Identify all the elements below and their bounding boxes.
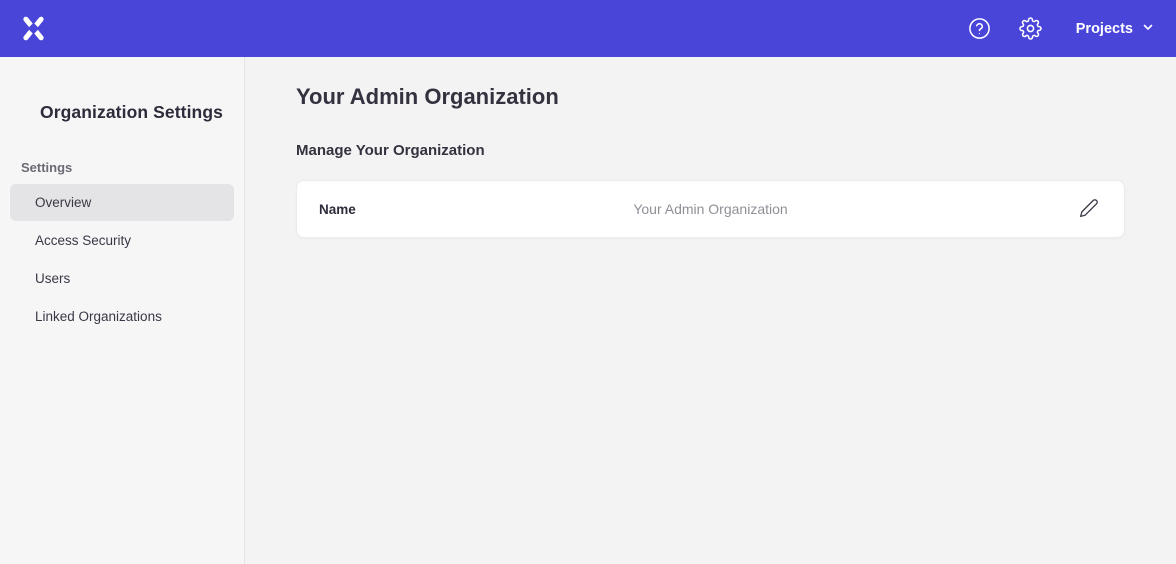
settings-button[interactable] — [1019, 17, 1043, 41]
help-button[interactable] — [968, 17, 992, 41]
help-circle-icon — [968, 17, 991, 40]
gear-icon — [1019, 17, 1042, 40]
sidebar: Organization Settings Settings Overview … — [0, 57, 245, 564]
sidebar-item-label: Users — [35, 271, 70, 286]
sidebar-item-access-security[interactable]: Access Security — [10, 222, 234, 259]
name-field-label: Name — [319, 202, 356, 217]
sidebar-item-linked-organizations[interactable]: Linked Organizations — [10, 298, 234, 335]
main-content: Your Admin Organization Manage Your Orga… — [245, 57, 1176, 564]
sidebar-item-label: Linked Organizations — [35, 309, 162, 324]
page-title: Your Admin Organization — [296, 83, 1125, 111]
chevron-down-icon — [1142, 21, 1154, 37]
pencil-icon — [1079, 198, 1099, 221]
sidebar-section-label: Settings — [0, 160, 244, 175]
sidebar-item-label: Overview — [35, 195, 91, 210]
sidebar-title: Organization Settings — [0, 102, 244, 123]
sidebar-item-users[interactable]: Users — [10, 260, 234, 297]
name-field-row: Name Your Admin Organization — [296, 180, 1125, 238]
projects-menu-button[interactable]: Projects — [1076, 21, 1154, 37]
name-field-value: Your Admin Organization — [633, 201, 787, 217]
projects-menu-label: Projects — [1076, 21, 1133, 37]
sidebar-nav: Overview Access Security Users Linked Or… — [0, 184, 244, 335]
edit-name-button[interactable] — [1076, 196, 1102, 222]
section-title: Manage Your Organization — [296, 142, 1125, 159]
app-logo-icon[interactable] — [20, 15, 47, 42]
sidebar-item-label: Access Security — [35, 233, 131, 248]
top-navigation-bar: Projects — [0, 0, 1176, 57]
sidebar-item-overview[interactable]: Overview — [10, 184, 234, 221]
